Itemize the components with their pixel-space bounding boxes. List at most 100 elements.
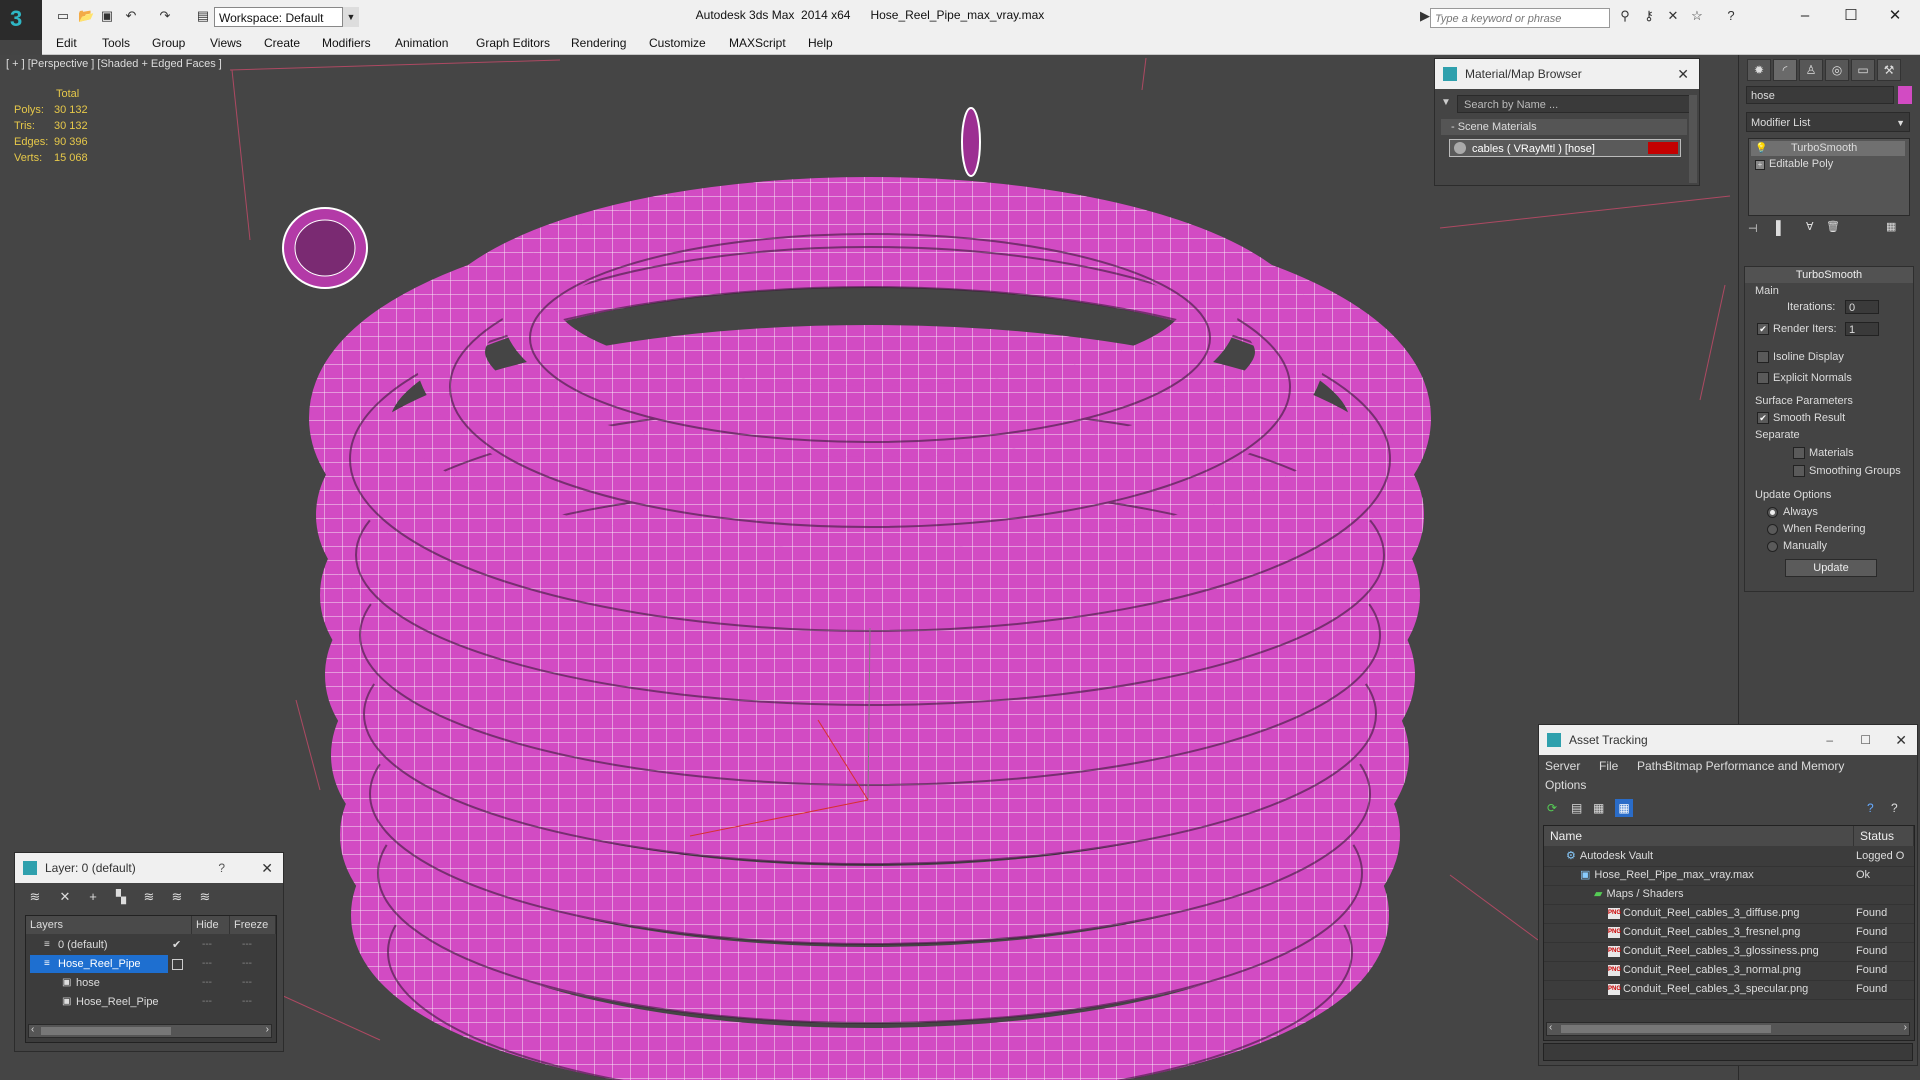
always-radio[interactable] <box>1767 507 1778 518</box>
help-icon[interactable]: ? <box>218 853 225 883</box>
asset-menu-paths[interactable]: Paths <box>1637 759 1668 773</box>
table-view-icon[interactable]: ▦ <box>1615 799 1633 817</box>
menu-tools[interactable]: Tools <box>102 36 130 50</box>
workspace-dropdown[interactable]: Workspace: Default <box>214 7 358 27</box>
scroll-right-icon[interactable]: › <box>1904 1022 1907 1033</box>
new-file-icon[interactable]: ▭ <box>56 9 70 23</box>
layer-row[interactable]: ≡ 0 (default) ✔ --- --- <box>26 936 276 954</box>
asset-menu-server[interactable]: Server <box>1545 759 1580 773</box>
layer-row[interactable]: ▣ Hose_Reel_Pipe --- --- <box>26 993 276 1011</box>
update-button[interactable]: Update <box>1785 559 1877 577</box>
object-name-field[interactable]: hose <box>1746 86 1894 104</box>
freeze-toggle[interactable]: --- <box>242 955 252 973</box>
star-icon[interactable]: ☆ <box>1690 9 1704 23</box>
menu-maxscript[interactable]: MAXScript <box>729 36 786 50</box>
open-file-icon[interactable]: 📂 <box>78 9 94 23</box>
isoline-checkbox[interactable] <box>1757 351 1769 363</box>
vault-help-icon[interactable]: ? <box>1867 801 1874 815</box>
manually-radio[interactable] <box>1767 541 1778 552</box>
material-scrollbar[interactable] <box>1689 95 1697 183</box>
modify-tab-icon[interactable]: ◜ <box>1773 59 1797 81</box>
minimize-icon[interactable]: – <box>1826 725 1833 755</box>
binoculars-icon[interactable]: ⚲ <box>1618 9 1632 23</box>
list-view-icon[interactable]: ▤ <box>1571 801 1582 815</box>
show-end-result-icon[interactable]: ▌ <box>1776 220 1785 235</box>
stack-item-editable-poly[interactable]: + Editable Poly <box>1751 157 1905 172</box>
explicit-normals-checkbox[interactable] <box>1757 372 1769 384</box>
rollout-title[interactable]: TurboSmooth <box>1745 267 1913 283</box>
menu-modifiers[interactable]: Modifiers <box>322 36 371 50</box>
asset-row[interactable]: ⚙ Autodesk Vault Logged O <box>1544 847 1914 867</box>
asset-menu-options[interactable]: Options <box>1545 778 1586 792</box>
material-search-input[interactable]: Search by Name ... <box>1457 95 1693 113</box>
menu-edit[interactable]: Edit <box>56 36 77 50</box>
tree-view-icon[interactable]: ▦ <box>1593 801 1604 815</box>
asset-row[interactable]: ▰ Maps / Shaders <box>1544 885 1914 905</box>
viewport-label[interactable]: [ + ] [Perspective ] [Shaded + Edged Fac… <box>6 58 222 70</box>
refresh-icon[interactable]: ⟳ <box>1547 801 1557 815</box>
asset-path-field[interactable] <box>1543 1043 1913 1061</box>
highlight-layer-icon[interactable]: ≋ <box>141 889 157 905</box>
material-item[interactable]: cables ( VRayMtl ) [hose] <box>1449 139 1681 157</box>
lightbulb-icon[interactable]: 💡 <box>1755 141 1767 156</box>
close-icon[interactable]: ✕ <box>261 853 273 883</box>
layer-row[interactable]: ▣ hose --- --- <box>26 974 276 992</box>
hierarchy-tab-icon[interactable]: ♙ <box>1799 59 1823 81</box>
hide-all-icon[interactable]: ≋ <box>169 889 185 905</box>
motion-tab-icon[interactable]: ◎ <box>1825 59 1849 81</box>
close-icon[interactable]: ✕ <box>1880 5 1910 27</box>
scroll-left-icon[interactable]: ‹ <box>31 1024 34 1035</box>
3dsmax-logo[interactable]: 3 <box>0 0 42 40</box>
settings-help-icon[interactable]: ? <box>1891 801 1898 815</box>
hide-toggle[interactable]: --- <box>202 974 212 992</box>
col-status-header[interactable]: Status <box>1854 826 1914 846</box>
asset-row[interactable]: PNG Conduit_Reel_cables_3_normal.png Found <box>1544 961 1914 981</box>
configure-sets-icon[interactable]: ▦ <box>1886 220 1896 233</box>
render-iters-checkbox[interactable]: ✔ <box>1757 323 1769 335</box>
scroll-thumb[interactable] <box>1561 1025 1771 1033</box>
freeze-toggle[interactable]: --- <box>242 993 252 1011</box>
scene-materials-section[interactable]: - Scene Materials <box>1441 119 1687 135</box>
menu-graph-editors[interactable]: Graph Editors <box>476 36 550 50</box>
menu-help[interactable]: Help <box>808 36 833 50</box>
asset-row[interactable]: PNG Conduit_Reel_cables_3_diffuse.png Foun… <box>1544 904 1914 924</box>
exchange-icon[interactable]: ✕ <box>1666 9 1680 23</box>
add-selection-icon[interactable]: + <box>85 889 101 905</box>
asset-menu-file[interactable]: File <box>1599 759 1618 773</box>
new-layer-icon[interactable]: ≋ <box>27 889 43 905</box>
stack-item-turbosmooth[interactable]: 💡 TurboSmooth <box>1751 141 1905 156</box>
freeze-all-icon[interactable]: ≋ <box>197 889 213 905</box>
make-current-box[interactable] <box>172 959 183 970</box>
modifier-list-dropdown[interactable]: Modifier List ▼ <box>1746 112 1910 132</box>
asset-horizontal-scrollbar[interactable]: ‹ › <box>1546 1022 1910 1036</box>
keyword-search-input[interactable]: Type a keyword or phrase <box>1430 8 1610 28</box>
asset-row[interactable]: PNG Conduit_Reel_cables_3_specular.png Fou… <box>1544 980 1914 1000</box>
render-iters-spinner[interactable]: 1 <box>1845 322 1879 336</box>
asset-row[interactable]: PNG Conduit_Reel_cables_3_fresnel.png Foun… <box>1544 923 1914 943</box>
filter-dropdown-icon[interactable]: ▼ <box>1441 97 1451 108</box>
iterations-spinner[interactable]: 0 <box>1845 300 1879 314</box>
scroll-right-icon[interactable]: › <box>266 1024 269 1035</box>
menu-rendering[interactable]: Rendering <box>571 36 626 50</box>
close-icon[interactable]: ✕ <box>1895 725 1907 755</box>
scroll-left-icon[interactable]: ‹ <box>1549 1022 1552 1033</box>
utilities-tab-icon[interactable]: ⚒ <box>1877 59 1901 81</box>
smoothing-groups-checkbox[interactable] <box>1793 465 1805 477</box>
minimize-icon[interactable]: – <box>1790 5 1820 27</box>
asset-titlebar[interactable]: Asset Tracking – ☐ ✕ <box>1539 725 1917 755</box>
asset-row[interactable]: PNG Conduit_Reel_cables_3_glossiness.png F… <box>1544 942 1914 962</box>
display-tab-icon[interactable]: ▭ <box>1851 59 1875 81</box>
hide-toggle[interactable]: --- <box>202 993 212 1011</box>
key-icon[interactable]: ⚷ <box>1642 9 1656 23</box>
menu-customize[interactable]: Customize <box>649 36 706 50</box>
menu-group[interactable]: Group <box>152 36 185 50</box>
layer-horizontal-scrollbar[interactable]: ‹ › <box>28 1024 272 1038</box>
current-layer-check-icon[interactable]: ✔ <box>172 936 181 954</box>
layer-row-selected[interactable]: ≡ Hose_Reel_Pipe --- --- <box>26 955 276 973</box>
maximize-icon[interactable]: ☐ <box>1836 5 1866 27</box>
select-objects-icon[interactable]: ▚ <box>113 889 129 905</box>
remove-modifier-icon[interactable]: 🗑 <box>1826 220 1840 233</box>
create-tab-icon[interactable]: ✹ <box>1747 59 1771 81</box>
col-hide-header[interactable]: Hide <box>192 916 230 934</box>
scroll-thumb[interactable] <box>41 1027 171 1035</box>
